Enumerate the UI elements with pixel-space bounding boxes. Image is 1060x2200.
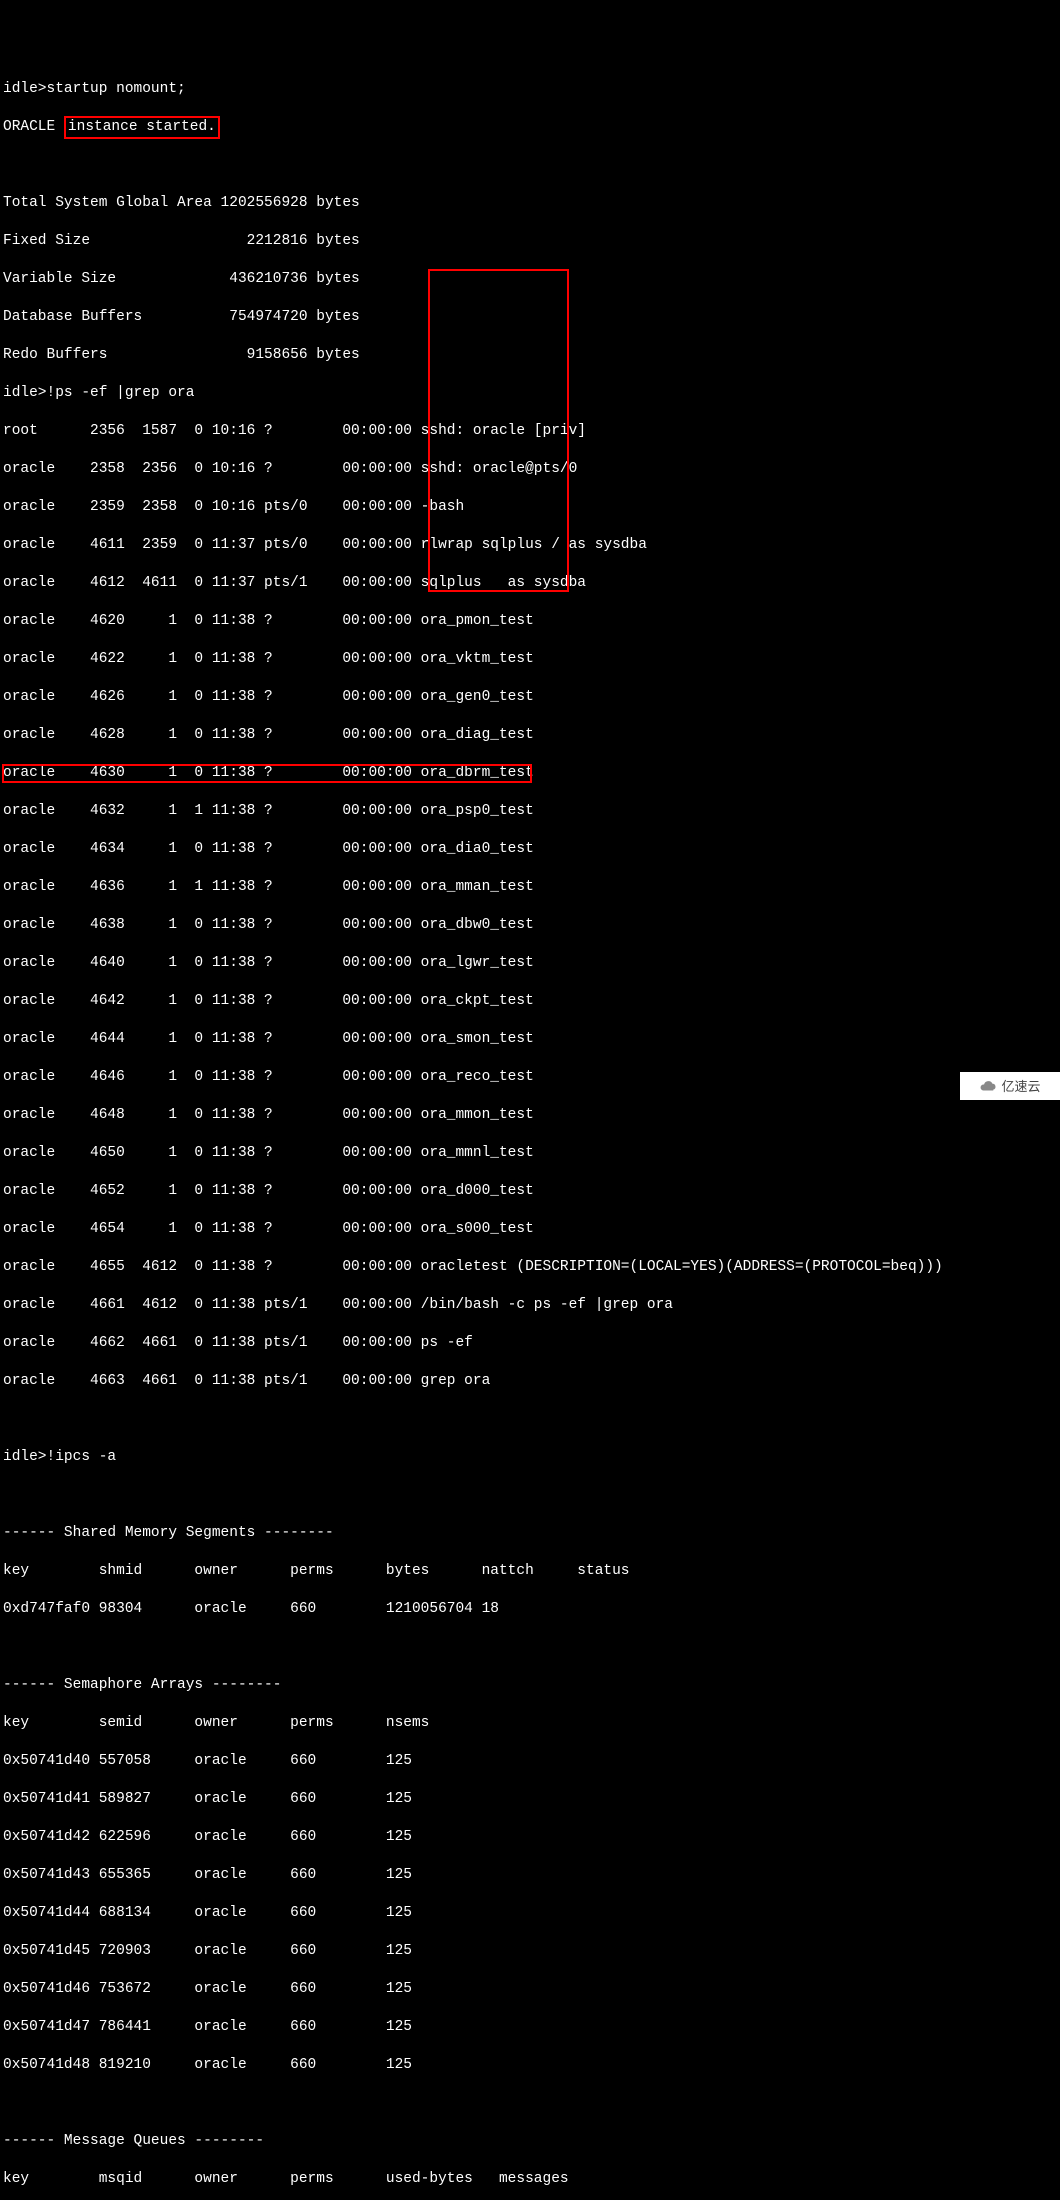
msg-columns: key msqid owner perms used-bytes message… [3,2170,1057,2189]
oracle-prefix: ORACLE [3,119,64,135]
prompt: idle> [3,1449,47,1465]
ps-row: oracle 4612 4611 0 11:37 pts/1 00:00:00 … [3,574,1057,593]
ps-row: oracle 4634 1 0 11:38 ? 00:00:00 ora_dia… [3,840,1057,859]
sem-row: 0x50741d43 655365 oracle 660 125 [3,1866,1057,1885]
ps-row: root 2356 1587 0 10:16 ? 00:00:00 sshd: … [3,422,1057,441]
blank-line [3,1638,1057,1657]
ps-row: oracle 4626 1 0 11:38 ? 00:00:00 ora_gen… [3,688,1057,707]
sem-row: 0x50741d41 589827 oracle 660 125 [3,1790,1057,1809]
sem-header: ------ Semaphore Arrays -------- [3,1676,1057,1695]
ps-row: oracle 4646 1 0 11:38 ? 00:00:00 ora_rec… [3,1068,1057,1087]
sem-row: 0x50741d45 720903 oracle 660 125 [3,1942,1057,1961]
ps-row: oracle 4632 1 1 11:38 ? 00:00:00 ora_psp… [3,802,1057,821]
ps-row: oracle 4611 2359 0 11:37 pts/0 00:00:00 … [3,536,1057,555]
sga-fixed: Fixed Size 2212816 bytes [3,232,1057,251]
prompt: idle> [3,385,47,401]
ps-row: oracle 4662 4661 0 11:38 pts/1 00:00:00 … [3,1334,1057,1353]
ps-row: oracle 4640 1 0 11:38 ? 00:00:00 ora_lgw… [3,954,1057,973]
sem-row: 0x50741d40 557058 oracle 660 125 [3,1752,1057,1771]
sga-total: Total System Global Area 1202556928 byte… [3,194,1057,213]
sem-columns: key semid owner perms nsems [3,1714,1057,1733]
output-line: ORACLE instance started. [3,118,1057,137]
msg-header: ------ Message Queues -------- [3,2132,1057,2151]
ps-row: oracle 4628 1 0 11:38 ? 00:00:00 ora_dia… [3,726,1057,745]
sem-row: 0x50741d42 622596 oracle 660 125 [3,1828,1057,1847]
highlight-instance-started: instance started. [64,116,220,139]
blank-line [3,156,1057,175]
watermark-text: 亿速云 [1001,1077,1040,1096]
watermark: 亿速云 [960,1072,1060,1100]
ps-row: oracle 2358 2356 0 10:16 ? 00:00:00 sshd… [3,460,1057,479]
sem-row: 0x50741d44 688134 oracle 660 125 [3,1904,1057,1923]
shm-header: ------ Shared Memory Segments -------- [3,1524,1057,1543]
ps-row: oracle 4655 4612 0 11:38 ? 00:00:00 orac… [3,1258,1057,1277]
ps-row: oracle 4630 1 0 11:38 ? 00:00:00 ora_dbr… [3,764,1057,783]
ps-row: oracle 4654 1 0 11:38 ? 00:00:00 ora_s00… [3,1220,1057,1239]
blank-line [3,1410,1057,1429]
ps-row: oracle 4642 1 0 11:38 ? 00:00:00 ora_ckp… [3,992,1057,1011]
prompt: idle> [3,81,47,97]
ps-row: oracle 4652 1 0 11:38 ? 00:00:00 ora_d00… [3,1182,1057,1201]
ps-row: oracle 4661 4612 0 11:38 pts/1 00:00:00 … [3,1296,1057,1315]
ps-row: oracle 4622 1 0 11:38 ? 00:00:00 ora_vkt… [3,650,1057,669]
sem-row: 0x50741d47 786441 oracle 660 125 [3,2018,1057,2037]
ps-row: oracle 4663 4661 0 11:38 pts/1 00:00:00 … [3,1372,1057,1391]
ps-row: oracle 4620 1 0 11:38 ? 00:00:00 ora_pmo… [3,612,1057,631]
ps-row: oracle 2359 2358 0 10:16 pts/0 00:00:00 … [3,498,1057,517]
command-line: idle>startup nomount; [3,80,1057,99]
ps-row: oracle 4650 1 0 11:38 ? 00:00:00 ora_mmn… [3,1144,1057,1163]
command-text: startup nomount; [47,81,186,97]
ps-row: oracle 4636 1 1 11:38 ? 00:00:00 ora_mma… [3,878,1057,897]
command-text: !ipcs -a [47,1449,117,1465]
command-text: !ps -ef |grep ora [47,385,195,401]
sga-dbbuf: Database Buffers 754974720 bytes [3,308,1057,327]
shm-row: 0xd747faf0 98304 oracle 660 1210056704 1… [3,1600,1057,1619]
ps-row: oracle 4648 1 0 11:38 ? 00:00:00 ora_mmo… [3,1106,1057,1125]
ps-row: oracle 4644 1 0 11:38 ? 00:00:00 ora_smo… [3,1030,1057,1049]
sem-row: 0x50741d46 753672 oracle 660 125 [3,1980,1057,1999]
sga-variable: Variable Size 436210736 bytes [3,270,1057,289]
blank-line [3,1486,1057,1505]
cloud-icon [979,1077,997,1095]
command-line: idle>!ipcs -a [3,1448,1057,1467]
sem-row: 0x50741d48 819210 oracle 660 125 [3,2056,1057,2075]
blank-line [3,2094,1057,2113]
ps-row: oracle 4638 1 0 11:38 ? 00:00:00 ora_dbw… [3,916,1057,935]
sga-redo: Redo Buffers 9158656 bytes [3,346,1057,365]
shm-columns: key shmid owner perms bytes nattch statu… [3,1562,1057,1581]
command-line: idle>!ps -ef |grep ora [3,384,1057,403]
